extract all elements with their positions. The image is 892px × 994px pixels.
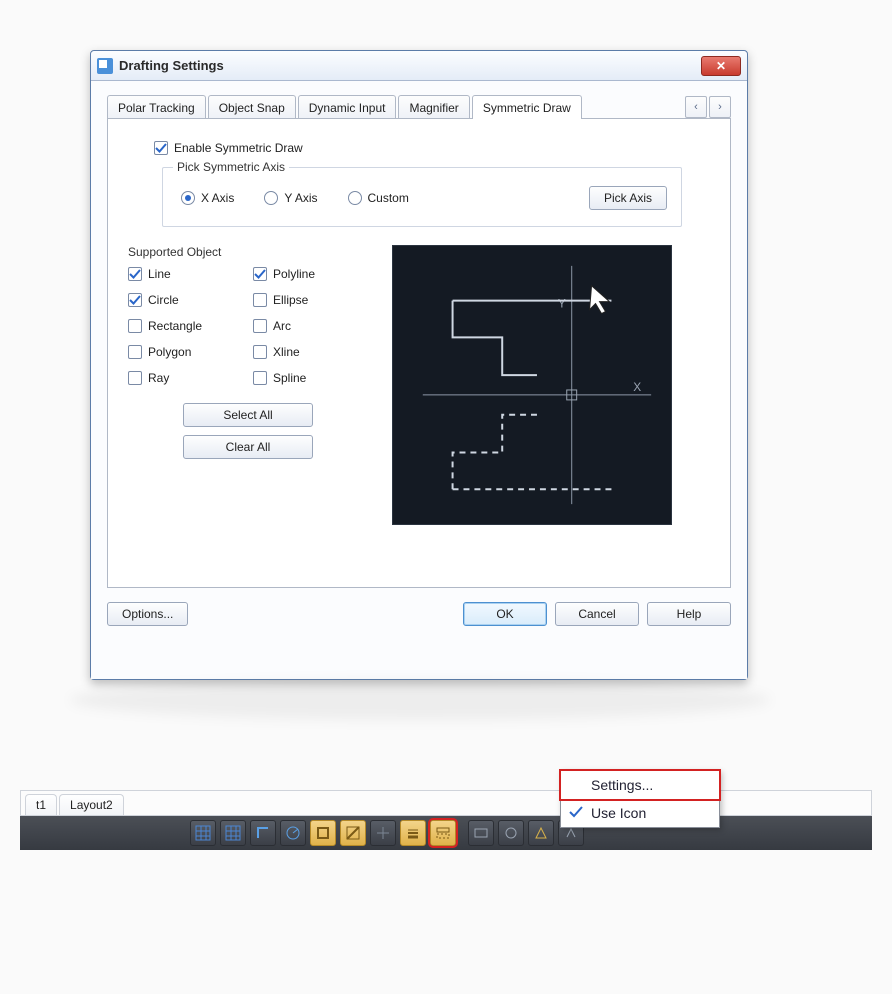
sb-snap-icon[interactable] — [190, 820, 216, 846]
titlebar: Drafting Settings ✕ — [91, 51, 747, 81]
help-button[interactable]: Help — [647, 602, 731, 626]
close-icon: ✕ — [716, 59, 726, 73]
lbl-spline: Spline — [273, 371, 306, 385]
radio-custom-wrap: Custom — [348, 191, 409, 205]
select-all-button[interactable]: Select All — [183, 403, 313, 427]
layout-tab-t1[interactable]: t1 — [25, 794, 57, 815]
radio-x-axis-label: X Axis — [201, 191, 234, 205]
tab-panel-symmetric-draw: Enable Symmetric Draw Pick Symmetric Axi… — [107, 118, 731, 588]
radio-custom-label: Custom — [368, 191, 409, 205]
chk-polygon[interactable] — [128, 345, 142, 359]
tab-magnifier[interactable]: Magnifier — [398, 95, 469, 119]
lbl-rectangle: Rectangle — [148, 319, 202, 333]
symmetric-preview: X Y — [392, 245, 672, 525]
axis-radio-row: X Axis Y Axis Custom Pick Axis — [181, 186, 667, 210]
chk-polyline[interactable] — [253, 267, 267, 281]
supported-grid: Line Polyline Circle Ellipse Rectangle A… — [128, 267, 368, 385]
chk-xline[interactable] — [253, 345, 267, 359]
options-button[interactable]: Options... — [107, 602, 188, 626]
dialog-bottom-row: Options... OK Cancel Help — [107, 602, 731, 626]
lbl-arc: Arc — [273, 319, 291, 333]
sb-symdraw-icon[interactable] — [430, 820, 456, 846]
lbl-polyline: Polyline — [273, 267, 315, 281]
dialog-title: Drafting Settings — [119, 58, 224, 73]
chk-arc[interactable] — [253, 319, 267, 333]
sb-osnap-icon[interactable] — [310, 820, 336, 846]
app-icon — [97, 58, 113, 74]
svg-text:Y: Y — [558, 297, 566, 311]
sb-dyn-icon[interactable] — [370, 820, 396, 846]
tab-dynamic-input[interactable]: Dynamic Input — [298, 95, 397, 119]
lbl-circle: Circle — [148, 293, 179, 307]
radio-x-axis-wrap: X Axis — [181, 191, 234, 205]
statusbar-spacer — [26, 816, 186, 850]
lbl-ellipse: Ellipse — [273, 293, 308, 307]
lbl-polygon: Polygon — [148, 345, 191, 359]
sb-ortho-icon[interactable] — [250, 820, 276, 846]
context-menu: Settings... Use Icon — [560, 770, 720, 828]
radio-custom[interactable] — [348, 191, 362, 205]
tabs-scroll-right[interactable]: › — [709, 96, 731, 118]
ctx-settings-label: Settings... — [591, 777, 653, 793]
sb-misc2-icon[interactable] — [498, 820, 524, 846]
radio-y-axis-wrap: Y Axis — [264, 191, 317, 205]
lbl-xline: Xline — [273, 345, 300, 359]
tabs-scroll: ‹ › — [685, 96, 731, 118]
tabs-scroll-left[interactable]: ‹ — [685, 96, 707, 118]
tab-polar-tracking[interactable]: Polar Tracking — [107, 95, 206, 119]
layout-tab-layout2[interactable]: Layout2 — [59, 794, 124, 815]
sb-misc1-icon[interactable] — [468, 820, 494, 846]
ctx-use-icon[interactable]: Use Icon — [561, 799, 719, 827]
sb-lwt-icon[interactable] — [400, 820, 426, 846]
enable-label: Enable Symmetric Draw — [174, 141, 303, 155]
chk-line[interactable] — [128, 267, 142, 281]
drafting-settings-dialog: Drafting Settings ✕ Polar Tracking Objec… — [90, 50, 748, 680]
axis-group-title: Pick Symmetric Axis — [173, 160, 289, 174]
tab-symmetric-draw[interactable]: Symmetric Draw — [472, 95, 582, 119]
enable-symmetric-draw-checkbox[interactable] — [154, 141, 168, 155]
sb-misc3-icon[interactable] — [528, 820, 554, 846]
axis-group: Pick Symmetric Axis X Axis Y Axis Custom — [162, 167, 682, 227]
sb-polar-icon[interactable] — [280, 820, 306, 846]
chk-ellipse[interactable] — [253, 293, 267, 307]
svg-text:X: X — [633, 380, 641, 394]
supported-buttons: Select All Clear All — [128, 403, 368, 459]
radio-y-axis-label: Y Axis — [284, 191, 317, 205]
radio-x-axis[interactable] — [181, 191, 195, 205]
lbl-ray: Ray — [148, 371, 169, 385]
supported-area: Supported Object Line Polyline Circle El… — [128, 245, 710, 525]
shadow-decoration — [70, 680, 770, 720]
cancel-button[interactable]: Cancel — [555, 602, 639, 626]
ctx-settings[interactable]: Settings... — [561, 771, 719, 799]
supported-title: Supported Object — [128, 245, 368, 259]
preview-svg: X Y — [393, 246, 671, 524]
layout-tabs-row: t1 Layout2 — [20, 790, 872, 816]
chk-rectangle[interactable] — [128, 319, 142, 333]
status-bar — [20, 816, 872, 850]
check-icon — [569, 805, 583, 819]
tabs-row: Polar Tracking Object Snap Dynamic Input… — [107, 95, 731, 119]
ctx-use-icon-label: Use Icon — [591, 805, 646, 821]
tab-object-snap[interactable]: Object Snap — [208, 95, 296, 119]
chk-ray[interactable] — [128, 371, 142, 385]
bottom-composite: Settings... Use Icon t1 Layout2 — [20, 790, 872, 880]
radio-y-axis[interactable] — [264, 191, 278, 205]
clear-all-button[interactable]: Clear All — [183, 435, 313, 459]
supported-left: Supported Object Line Polyline Circle El… — [128, 245, 368, 525]
ok-button[interactable]: OK — [463, 602, 547, 626]
dialog-body: Polar Tracking Object Snap Dynamic Input… — [91, 81, 747, 679]
lbl-line: Line — [148, 267, 171, 281]
chk-spline[interactable] — [253, 371, 267, 385]
sb-otrack-icon[interactable] — [340, 820, 366, 846]
enable-row: Enable Symmetric Draw — [154, 141, 710, 155]
close-button[interactable]: ✕ — [701, 56, 741, 76]
pick-axis-button[interactable]: Pick Axis — [589, 186, 667, 210]
sb-grid-icon[interactable] — [220, 820, 246, 846]
chk-circle[interactable] — [128, 293, 142, 307]
